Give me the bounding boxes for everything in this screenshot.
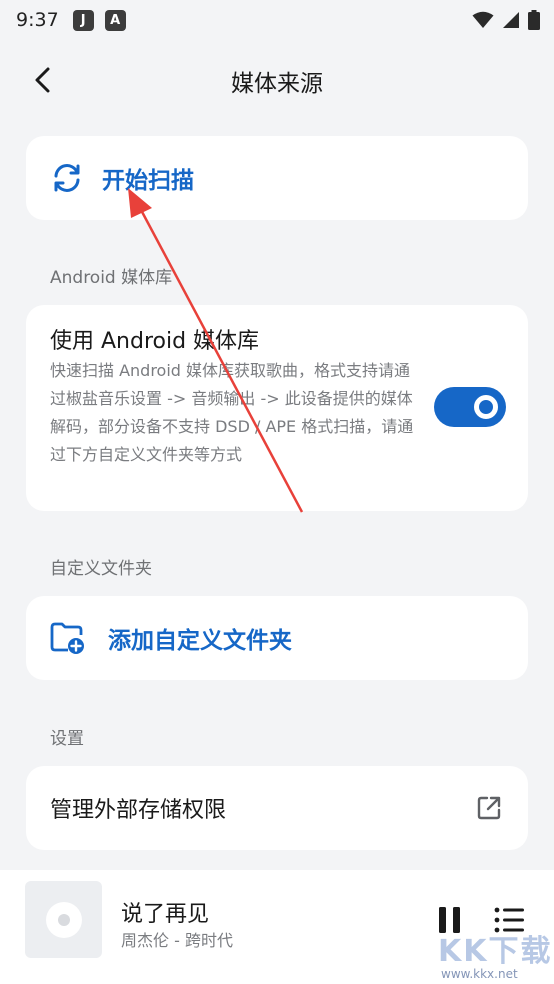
manage-storage-permission-label: 管理外部存储权限 [50, 798, 227, 823]
start-scan-button[interactable]: 开始扫描 [26, 136, 528, 220]
song-artist: 周杰伦 - 跨时代 [121, 931, 233, 950]
section-label-android: Android 媒体库 [50, 268, 173, 288]
watermark-url: www.kkx.net [441, 967, 518, 981]
notification-icon-a: A [104, 9, 126, 31]
add-custom-folder-label: 添加自定义文件夹 [108, 628, 292, 654]
section-label-settings: 设置 [50, 729, 84, 749]
watermark-logo: KK下载 [438, 934, 553, 969]
notification-icon-j: J [72, 9, 94, 31]
refresh-icon [54, 164, 80, 192]
disc-icon [45, 901, 82, 938]
status-time: 9:37 [16, 9, 59, 31]
section-label-custom-folder: 自定义文件夹 [50, 559, 152, 579]
battery-icon [528, 10, 540, 30]
album-cover[interactable] [25, 881, 102, 958]
android-media-library-description: 快速扫描 Android 媒体库获取歌曲，格式支持请通过椒盐音乐设置 -> 音频… [50, 361, 414, 464]
status-right-icons [472, 10, 540, 30]
toggle-knob [474, 395, 498, 419]
external-link-icon [477, 796, 501, 820]
signal-icon [503, 12, 519, 28]
android-media-library-title: 使用 Android 媒体库 [50, 329, 260, 354]
android-media-library-toggle[interactable] [434, 387, 506, 427]
song-title: 说了再见 [121, 902, 210, 927]
header: 媒体来源 [0, 50, 554, 110]
status-bar: 9:37 J A [0, 0, 554, 40]
page-title: 媒体来源 [231, 71, 323, 97]
manage-storage-permission-item[interactable]: 管理外部存储权限 [26, 766, 528, 850]
android-media-library-card: 使用 Android 媒体库 快速扫描 Android 媒体库获取歌曲，格式支持… [26, 305, 528, 511]
start-scan-label: 开始扫描 [102, 168, 194, 194]
wifi-icon [472, 11, 494, 28]
add-custom-folder-button[interactable]: 添加自定义文件夹 [26, 596, 528, 680]
add-folder-icon [50, 622, 84, 654]
